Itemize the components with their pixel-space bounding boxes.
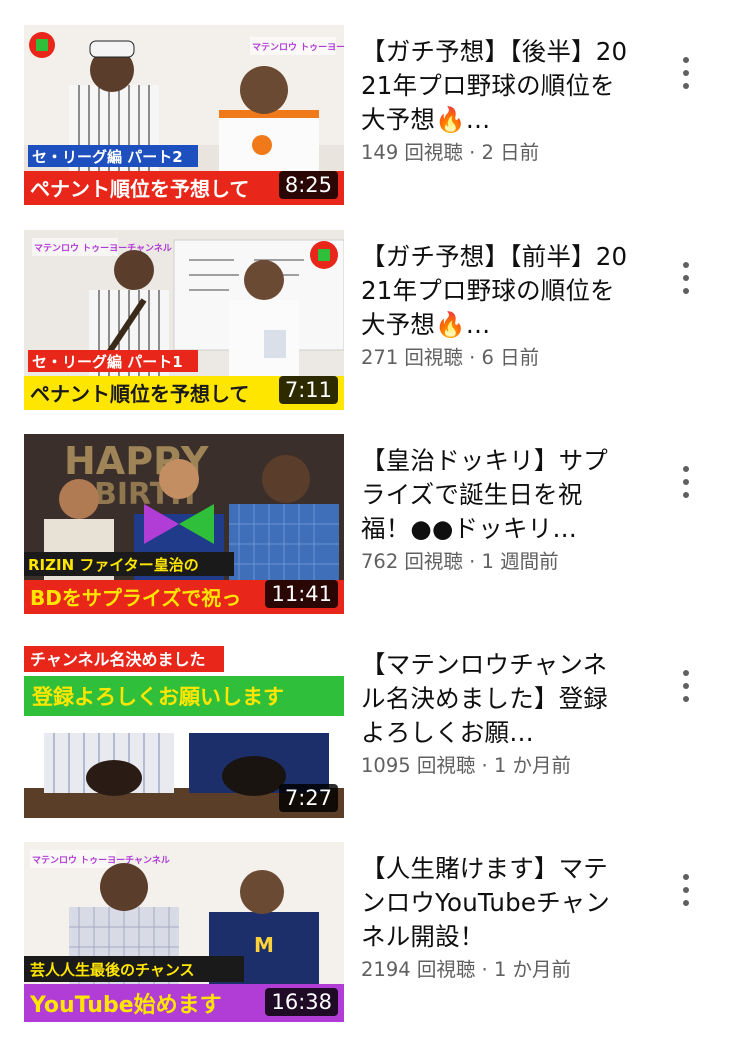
thumbnail-channel-label: マテンロウ トゥーヨーチャンネル (252, 42, 344, 53)
menu-dot (683, 262, 689, 268)
menu-dot (683, 83, 689, 89)
menu-dot (683, 874, 689, 880)
video-thumbnail[interactable]: チャンネル名決めました 登録よろしくお願いします 7:27 (24, 638, 344, 818)
video-thumbnail[interactable]: マテンロウ トゥーヨーチャンネル セ・リーグ編 パート1 ペナント順位を予想して… (24, 230, 344, 410)
thumbnail-tag: セ・リーグ編 パート2 (32, 148, 183, 166)
thumbnail-tag: 芸人人生最後のチャンス (30, 961, 195, 979)
video-stats: 1095 回視聴 · 1 か月前 (361, 752, 631, 780)
menu-dot (683, 288, 689, 294)
menu-dot (683, 683, 689, 689)
menu-dot (683, 466, 689, 472)
menu-dot (683, 479, 689, 485)
video-title[interactable]: 【マテンロウチャンネル名決めました】登録よろしくお願… (361, 648, 631, 750)
stats-separator: · (475, 754, 494, 777)
video-meta[interactable]: 【ガチ予想】【後半】2021年プロ野球の順位を大予想🔥… 149 回視聴 · 2… (361, 25, 631, 167)
video-item[interactable]: チャンネル名決めました 登録よろしくお願いします 7:27 【マテンロウチャンネ… (0, 638, 750, 818)
thumbnail-channel-label: マテンロウ トゥーヨーチャンネル (32, 855, 170, 866)
video-views: 762 回視聴 (361, 550, 463, 573)
video-duration: 8:25 (278, 171, 338, 199)
thumbnail-banner: 登録よろしくお願いします (31, 685, 284, 709)
thumbnail-banner: ペナント順位を予想して (30, 382, 249, 406)
video-duration: 16:38 (265, 988, 338, 1016)
video-meta[interactable]: 【ガチ予想】【前半】2021年プロ野球の順位を大予想🔥… 271 回視聴 · 6… (361, 230, 631, 372)
video-item[interactable]: HAPPY BIRTH RIZIN ファイター皇治の BDをサプライズで祝っ 1… (0, 434, 750, 614)
stats-separator: · (475, 958, 494, 981)
menu-dot (683, 670, 689, 676)
thumbnail-tag: チャンネル名決めました (30, 650, 206, 669)
menu-dot (683, 70, 689, 76)
more-vert-icon[interactable] (666, 452, 706, 512)
video-age: 1 週間前 (481, 550, 559, 573)
menu-dot (683, 887, 689, 893)
video-stats: 2194 回視聴 · 1 か月前 (361, 956, 631, 984)
video-age: 1 か月前 (493, 958, 572, 981)
more-vert-icon[interactable] (666, 656, 706, 716)
menu-dot (683, 492, 689, 498)
more-vert-icon[interactable] (666, 860, 706, 920)
video-views: 2194 回視聴 (361, 958, 476, 981)
stats-separator: · (462, 550, 482, 573)
video-views: 1095 回視聴 (361, 754, 476, 777)
thumbnail-channel-label: マテンロウ トゥーヨーチャンネル (34, 243, 172, 254)
video-title[interactable]: 【ガチ予想】【後半】2021年プロ野球の順位を大予想🔥… (361, 35, 631, 137)
video-views: 271 回視聴 (361, 346, 463, 369)
video-thumbnail[interactable]: HAPPY BIRTH RIZIN ファイター皇治の BDをサプライズで祝っ 1… (24, 434, 344, 614)
stats-separator: · (462, 346, 482, 369)
video-duration: 7:11 (278, 376, 338, 404)
video-age: 2 日前 (481, 141, 540, 164)
video-views: 149 回視聴 (361, 141, 463, 164)
thumbnail-jersey-letter: M (254, 933, 274, 957)
stats-separator: · (462, 141, 482, 164)
video-meta[interactable]: 【マテンロウチャンネル名決めました】登録よろしくお願… 1095 回視聴 · 1… (361, 638, 631, 780)
video-title[interactable]: 【皇治ドッキリ】サプライズで誕生日を祝福！●●ドッキリ… (361, 444, 631, 546)
thumbnail-banner: ペナント順位を予想して (30, 177, 249, 201)
more-vert-icon[interactable] (666, 248, 706, 308)
video-duration: 11:41 (265, 580, 338, 608)
video-item[interactable]: マテンロウ トゥーヨーチャンネル セ・リーグ編 パート1 ペナント順位を予想して… (0, 230, 750, 410)
video-age: 1 か月前 (493, 754, 572, 777)
video-stats: 271 回視聴 · 6 日前 (361, 344, 631, 372)
video-title[interactable]: 【ガチ予想】【前半】2021年プロ野球の順位を大予想🔥… (361, 240, 631, 342)
video-meta[interactable]: 【人生賭けます】マテンロウYouTubeチャンネル開設！ 2194 回視聴 · … (361, 842, 631, 984)
menu-dot (683, 57, 689, 63)
menu-dot (683, 900, 689, 906)
menu-dot (683, 696, 689, 702)
video-item[interactable]: マテンロウ トゥーヨーチャンネル セ・リーグ編 パート2 ペナント順位を予想して… (0, 25, 750, 205)
video-age: 6 日前 (481, 346, 540, 369)
video-thumbnail[interactable]: マテンロウ トゥーヨーチャンネル セ・リーグ編 パート2 ペナント順位を予想して… (24, 25, 344, 205)
video-item[interactable]: マテンロウ トゥーヨーチャンネル M 芸人人生最後のチャンス YouTube始め… (0, 842, 750, 1022)
thumbnail-tag: セ・リーグ編 パート1 (32, 353, 183, 371)
video-stats: 762 回視聴 · 1 週間前 (361, 548, 631, 576)
video-title[interactable]: 【人生賭けます】マテンロウYouTubeチャンネル開設！ (361, 852, 631, 954)
video-list: マテンロウ トゥーヨーチャンネル セ・リーグ編 パート2 ペナント順位を予想して… (0, 0, 750, 1041)
video-thumbnail[interactable]: マテンロウ トゥーヨーチャンネル M 芸人人生最後のチャンス YouTube始め… (24, 842, 344, 1022)
video-stats: 149 回視聴 · 2 日前 (361, 139, 631, 167)
menu-dot (683, 275, 689, 281)
video-meta[interactable]: 【皇治ドッキリ】サプライズで誕生日を祝福！●●ドッキリ… 762 回視聴 · 1… (361, 434, 631, 576)
video-duration: 7:27 (278, 784, 338, 812)
thumbnail-banner: YouTube始めます (29, 992, 222, 1018)
thumbnail-tag: RIZIN ファイター皇治の (28, 556, 199, 574)
more-vert-icon[interactable] (666, 43, 706, 103)
thumbnail-banner: BDをサプライズで祝っ (30, 586, 241, 610)
